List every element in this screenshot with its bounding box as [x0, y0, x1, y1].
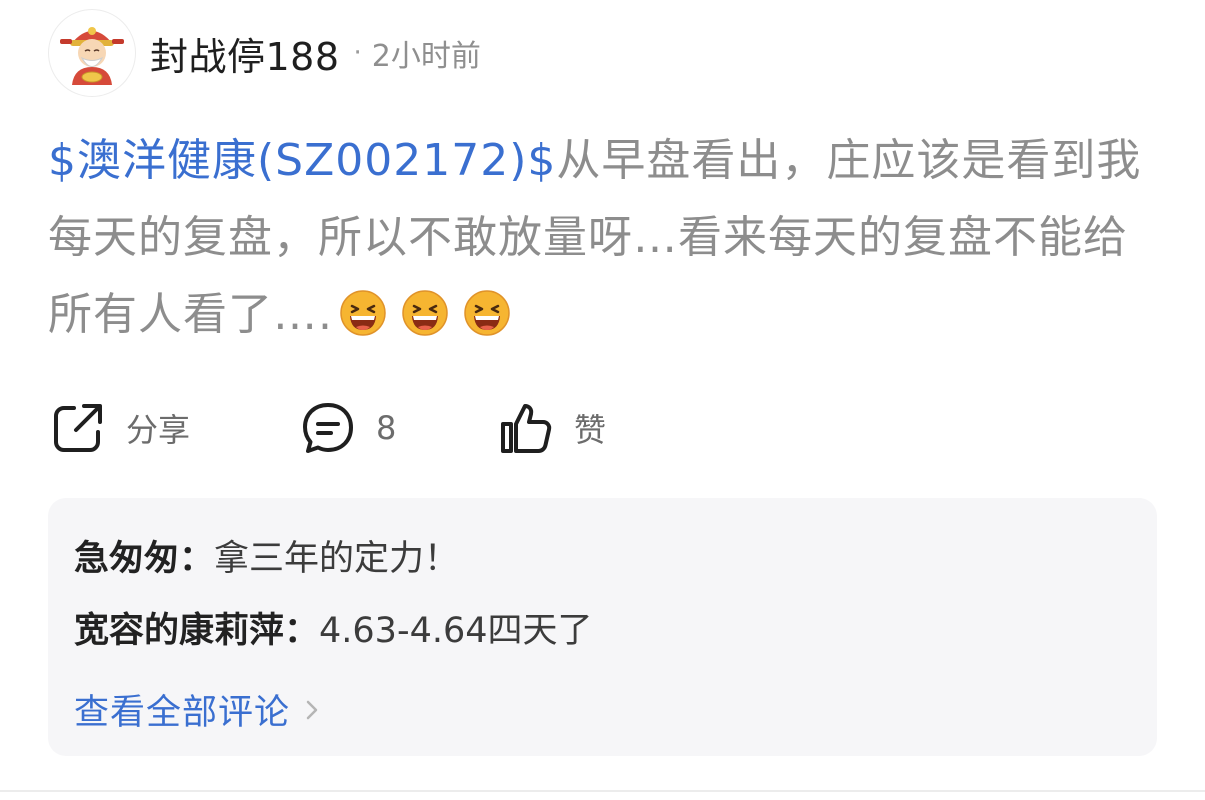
comment-item[interactable]: 急匆匆：拿三年的定力！ [74, 530, 459, 581]
share-button[interactable]: 分享 [50, 398, 190, 458]
post-timestamp: 2小时前 [371, 39, 481, 74]
meta-separator: · [353, 38, 362, 68]
comments-preview: 急匆匆：拿三年的定力！ 宽容的康莉萍：4.63-4.64四天了 查看全部评论 [48, 498, 1157, 756]
fortune-god-avatar-icon [60, 27, 124, 85]
thumbs-up-icon [501, 404, 552, 453]
author-name[interactable]: 封战停188 [150, 26, 340, 81]
comment-text: 4.63-4.64四天了 [319, 611, 593, 651]
like-label: 赞 [574, 411, 607, 449]
grinning-face-icon [340, 290, 386, 336]
stock-tag-link[interactable]: $澳洋健康(SZ002172)$ [48, 135, 556, 186]
view-all-comments-label: 查看全部评论 [74, 693, 291, 733]
comment-text: 拿三年的定力！ [214, 539, 460, 579]
comment-bubble-icon [303, 403, 353, 453]
comment-count: 8 [376, 409, 397, 447]
grinning-face-icon [402, 290, 448, 336]
comment-button[interactable]: 8 [300, 398, 396, 458]
share-icon [54, 404, 102, 452]
emoji-group [339, 289, 511, 337]
comment-author[interactable]: 宽容的康莉萍： [74, 611, 319, 651]
comment-item[interactable]: 宽容的康莉萍：4.63-4.64四天了 [74, 602, 593, 653]
post-header: 封战停188 · 2小时前 [48, 8, 481, 98]
user-avatar[interactable] [48, 9, 136, 97]
share-label: 分享 [126, 411, 191, 449]
view-all-comments-link[interactable]: 查看全部评论 [74, 684, 320, 735]
chevron-right-icon [306, 700, 318, 719]
post-content: $澳洋健康(SZ002172)$从早盘看出，庄应该是看到我每天的复盘，所以不敢放… [48, 122, 1158, 353]
like-button[interactable]: 赞 [498, 398, 606, 458]
grinning-face-icon [464, 290, 510, 336]
divider [0, 790, 1205, 792]
post-actions: 分享 8 赞 [50, 398, 750, 458]
comment-author[interactable]: 急匆匆： [74, 539, 214, 579]
